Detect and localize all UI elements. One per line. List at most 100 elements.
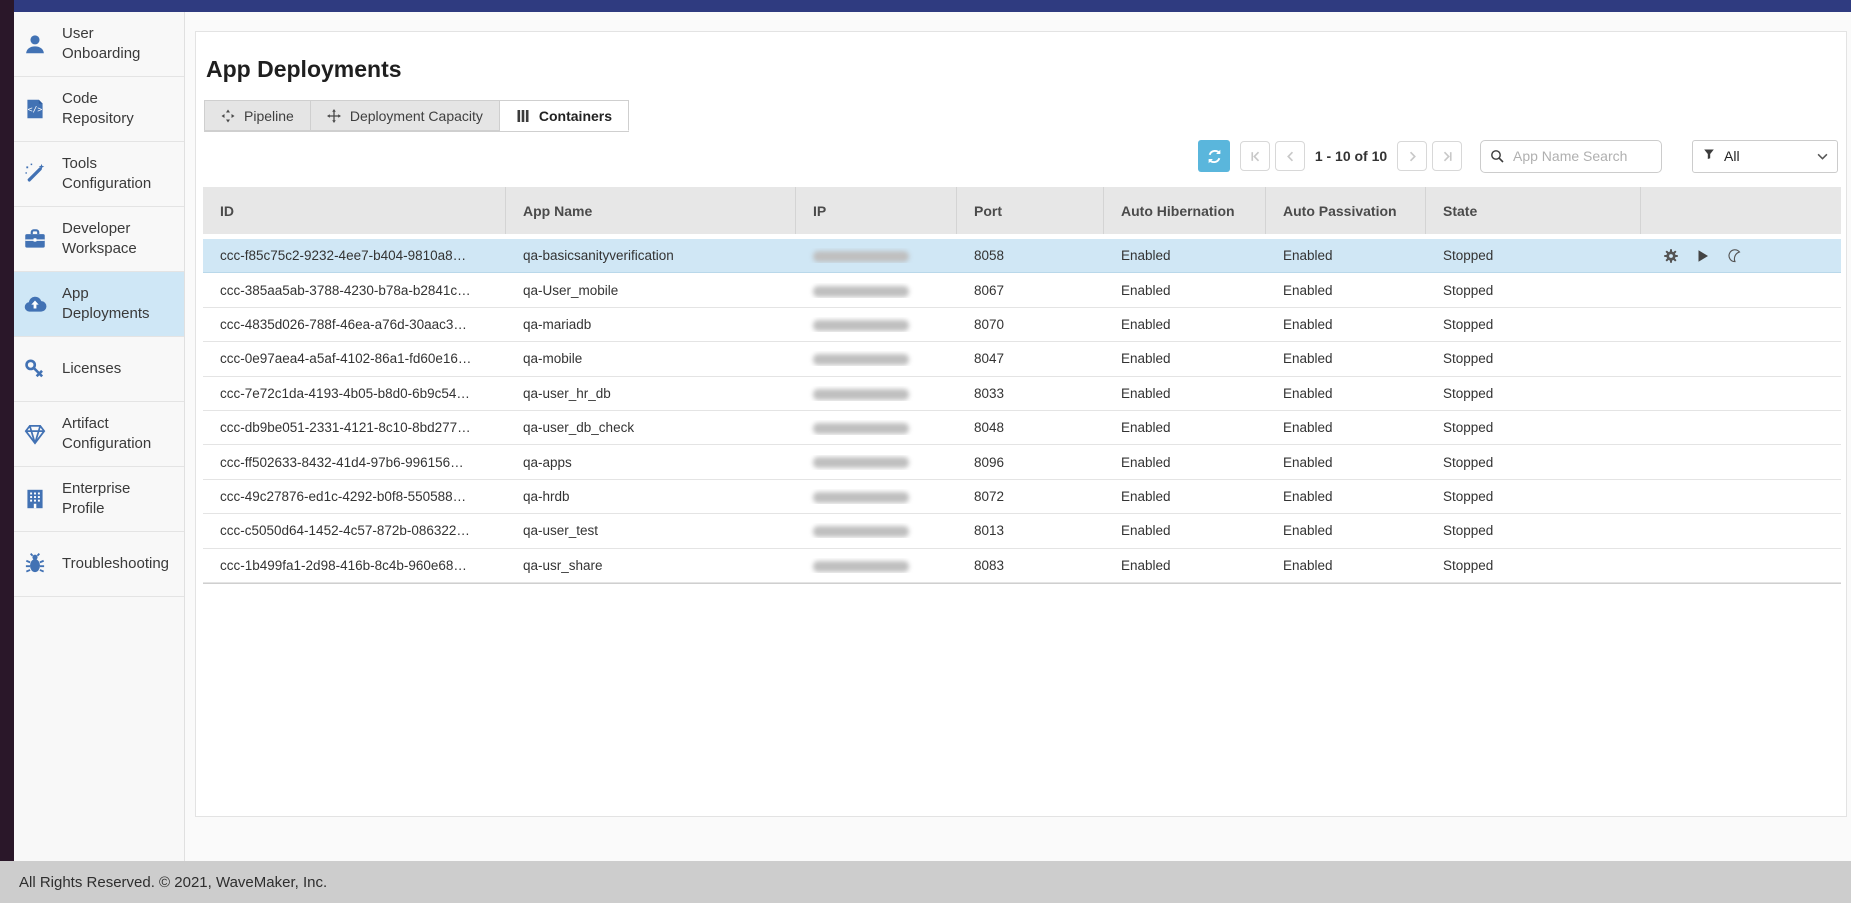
cell-auto-passivation: Enabled bbox=[1266, 248, 1426, 263]
cell-auto-hibernation: Enabled bbox=[1104, 523, 1266, 538]
code-repository-icon: </> bbox=[22, 96, 48, 122]
prev-page-icon bbox=[1284, 150, 1297, 163]
start-button[interactable] bbox=[1697, 249, 1709, 263]
column-header-auto-passivation: Auto Passivation bbox=[1266, 187, 1426, 234]
cell-state: Stopped bbox=[1426, 317, 1641, 332]
sidebar-item-code-repository[interactable]: </>Code Repository bbox=[14, 77, 184, 142]
cell-ip bbox=[796, 248, 957, 263]
ip-redacted bbox=[813, 286, 909, 297]
table-row[interactable]: ccc-7e72c1da-4193-4b05-b8d0-6b9c54…qa-us… bbox=[203, 377, 1841, 411]
table-row[interactable]: ccc-f85c75c2-9232-4ee7-b404-9810a8…qa-ba… bbox=[203, 239, 1841, 273]
ip-redacted bbox=[813, 389, 909, 400]
settings-button[interactable] bbox=[1663, 248, 1679, 264]
cell-app-name: qa-hrdb bbox=[506, 489, 796, 504]
sidebar-item-app-deployments[interactable]: App Deployments bbox=[14, 272, 184, 337]
cell-port: 8096 bbox=[957, 455, 1104, 470]
last-page-button[interactable] bbox=[1432, 141, 1462, 171]
search-input[interactable] bbox=[1480, 140, 1662, 173]
first-page-button[interactable] bbox=[1240, 141, 1270, 171]
funnel-icon bbox=[1703, 148, 1715, 160]
cell-app-name: qa-user_hr_db bbox=[506, 386, 796, 401]
content-card: App Deployments PipelineDeployment Capac… bbox=[195, 31, 1847, 817]
sidebar-item-user-onboarding[interactable]: User Onboarding bbox=[14, 12, 184, 77]
cell-app-name: qa-basicsanityverification bbox=[506, 248, 796, 263]
sidebar-item-tools-configuration[interactable]: Tools Configuration bbox=[14, 142, 184, 207]
sidebar-item-artifact-configuration[interactable]: Artifact Configuration bbox=[14, 402, 184, 467]
cell-auto-passivation: Enabled bbox=[1266, 420, 1426, 435]
column-header-app-name: App Name bbox=[506, 187, 796, 234]
cell-ip bbox=[796, 386, 957, 401]
cell-auto-hibernation: Enabled bbox=[1104, 283, 1266, 298]
sidebar-item-label: Artifact Configuration bbox=[62, 414, 172, 454]
cell-app-name: qa-mariadb bbox=[506, 317, 796, 332]
gem-icon bbox=[22, 421, 48, 447]
table-row[interactable]: ccc-c5050d64-1452-4c57-872b-086322…qa-us… bbox=[203, 514, 1841, 548]
cell-port: 8033 bbox=[957, 386, 1104, 401]
column-header-id: ID bbox=[203, 187, 506, 234]
cell-auto-hibernation: Enabled bbox=[1104, 489, 1266, 504]
table-row[interactable]: ccc-db9be051-2331-4121-8c10-8bd277…qa-us… bbox=[203, 411, 1841, 445]
table-body: ccc-f85c75c2-9232-4ee7-b404-9810a8…qa-ba… bbox=[203, 239, 1841, 584]
ip-redacted bbox=[813, 457, 909, 468]
ip-redacted bbox=[813, 561, 909, 572]
sidebar-item-developer-workspace[interactable]: Developer Workspace bbox=[14, 207, 184, 272]
refresh-icon bbox=[1206, 148, 1223, 165]
cell-state: Stopped bbox=[1426, 248, 1641, 263]
chevron-down-icon bbox=[1817, 147, 1828, 165]
cell-auto-hibernation: Enabled bbox=[1104, 248, 1266, 263]
cell-app-name: qa-user_test bbox=[506, 523, 796, 538]
ip-redacted bbox=[813, 492, 909, 503]
table-row[interactable]: ccc-ff502633-8432-41d4-97b6-996156…qa-ap… bbox=[203, 445, 1841, 479]
table-row[interactable]: ccc-4835d026-788f-46ea-a76d-30aac3…qa-ma… bbox=[203, 308, 1841, 342]
cell-auto-passivation: Enabled bbox=[1266, 386, 1426, 401]
cell-app-name: qa-User_mobile bbox=[506, 283, 796, 298]
user-icon bbox=[22, 31, 48, 57]
passivate-moon-icon bbox=[1727, 248, 1742, 263]
sidebar-item-label: Developer Workspace bbox=[62, 219, 172, 259]
prev-page-button[interactable] bbox=[1275, 141, 1305, 171]
tab-containers[interactable]: Containers bbox=[500, 100, 629, 131]
passivate-button[interactable] bbox=[1727, 248, 1742, 263]
table-row[interactable]: ccc-49c27876-ed1c-4292-b0f8-550588…qa-hr… bbox=[203, 480, 1841, 514]
magic-wand-icon bbox=[22, 161, 48, 187]
sidebar-item-licenses[interactable]: Licenses bbox=[14, 337, 184, 402]
tab-pipeline[interactable]: Pipeline bbox=[204, 100, 311, 131]
cell-auto-passivation: Enabled bbox=[1266, 283, 1426, 298]
cell-ip bbox=[796, 523, 957, 538]
last-page-icon bbox=[1441, 150, 1454, 163]
table-header-row: IDApp NameIPPortAuto HibernationAuto Pas… bbox=[203, 187, 1841, 234]
cell-id: ccc-1b499fa1-2d98-416b-8c4b-960e68… bbox=[203, 558, 506, 573]
filter-dropdown[interactable]: All bbox=[1692, 140, 1838, 173]
cell-state: Stopped bbox=[1426, 523, 1641, 538]
cell-auto-passivation: Enabled bbox=[1266, 523, 1426, 538]
main-content: App Deployments PipelineDeployment Capac… bbox=[184, 12, 1851, 861]
search-icon bbox=[1490, 149, 1504, 163]
page-title: App Deployments bbox=[206, 56, 402, 83]
capacity-icon bbox=[327, 109, 341, 123]
top-navbar bbox=[0, 0, 1851, 12]
first-page-icon bbox=[1249, 150, 1262, 163]
cell-port: 8070 bbox=[957, 317, 1104, 332]
table-row[interactable]: ccc-385aa5ab-3788-4230-b78a-b2841c…qa-Us… bbox=[203, 273, 1841, 307]
cell-ip bbox=[796, 283, 957, 298]
cell-app-name: qa-usr_share bbox=[506, 558, 796, 573]
table-row[interactable]: ccc-0e97aea4-a5af-4102-86a1-fd60e16…qa-m… bbox=[203, 342, 1841, 376]
cell-ip bbox=[796, 558, 957, 573]
cell-id: ccc-0e97aea4-a5af-4102-86a1-fd60e16… bbox=[203, 351, 506, 366]
cell-app-name: qa-mobile bbox=[506, 351, 796, 366]
cell-id: ccc-385aa5ab-3788-4230-b78a-b2841c… bbox=[203, 283, 506, 298]
cell-ip bbox=[796, 455, 957, 470]
table-row[interactable]: ccc-1b499fa1-2d98-416b-8c4b-960e68…qa-us… bbox=[203, 549, 1841, 583]
cell-id: ccc-7e72c1da-4193-4b05-b8d0-6b9c54… bbox=[203, 386, 506, 401]
sidebar-item-label: Troubleshooting bbox=[62, 554, 172, 574]
app-name-search bbox=[1480, 140, 1662, 173]
containers-table: IDApp NameIPPortAuto HibernationAuto Pas… bbox=[203, 187, 1841, 584]
tab-deployment-capacity[interactable]: Deployment Capacity bbox=[311, 100, 500, 131]
cell-state: Stopped bbox=[1426, 283, 1641, 298]
sidebar-item-enterprise-profile[interactable]: Enterprise Profile bbox=[14, 467, 184, 532]
cell-id: ccc-c5050d64-1452-4c57-872b-086322… bbox=[203, 523, 506, 538]
sidebar-item-troubleshooting[interactable]: Troubleshooting bbox=[14, 532, 184, 597]
ip-redacted bbox=[813, 423, 909, 434]
next-page-button[interactable] bbox=[1397, 141, 1427, 171]
refresh-button[interactable] bbox=[1198, 140, 1230, 172]
